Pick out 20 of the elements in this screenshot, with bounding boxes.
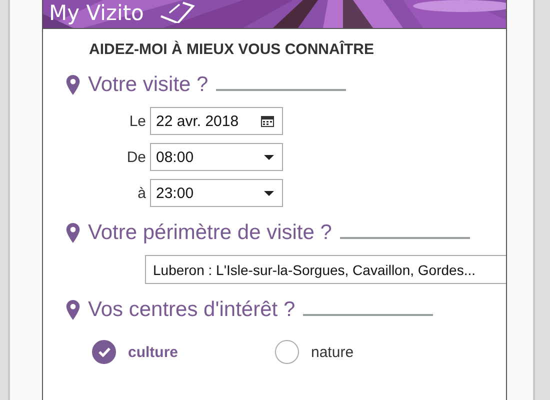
logo-text: My Vizito (49, 1, 144, 26)
section-heading: Vos centres d'intérêt ? (88, 298, 296, 322)
location-pin-icon (66, 75, 80, 95)
date-field[interactable]: 22 avr. 2018 (150, 107, 283, 135)
section-heading: Votre visite ? (88, 73, 208, 97)
location-pin-icon (66, 300, 80, 320)
calendar-icon (261, 115, 274, 127)
page-title: AIDEZ-MOI À MIEUX VOUS CONNAÎTRE (89, 41, 374, 58)
dropdown-caret-icon (264, 190, 274, 196)
area-field[interactable]: Luberon : L'Isle-sur-la-Sorgues, Cavaillon, Gordes... (145, 255, 506, 284)
time-select[interactable]: 08:00 (150, 143, 283, 171)
field-label: à (136, 184, 146, 202)
time-select[interactable]: 23:00 (150, 179, 283, 207)
section-heading: Votre périmètre de visite ? (88, 221, 332, 245)
location-pin-icon (66, 223, 80, 243)
interest-option[interactable]: nature (275, 340, 458, 364)
field-label: De (126, 148, 146, 166)
dropdown-caret-icon (264, 154, 274, 160)
field-label: Le (128, 112, 146, 130)
interest-option[interactable]: culture (92, 340, 275, 364)
